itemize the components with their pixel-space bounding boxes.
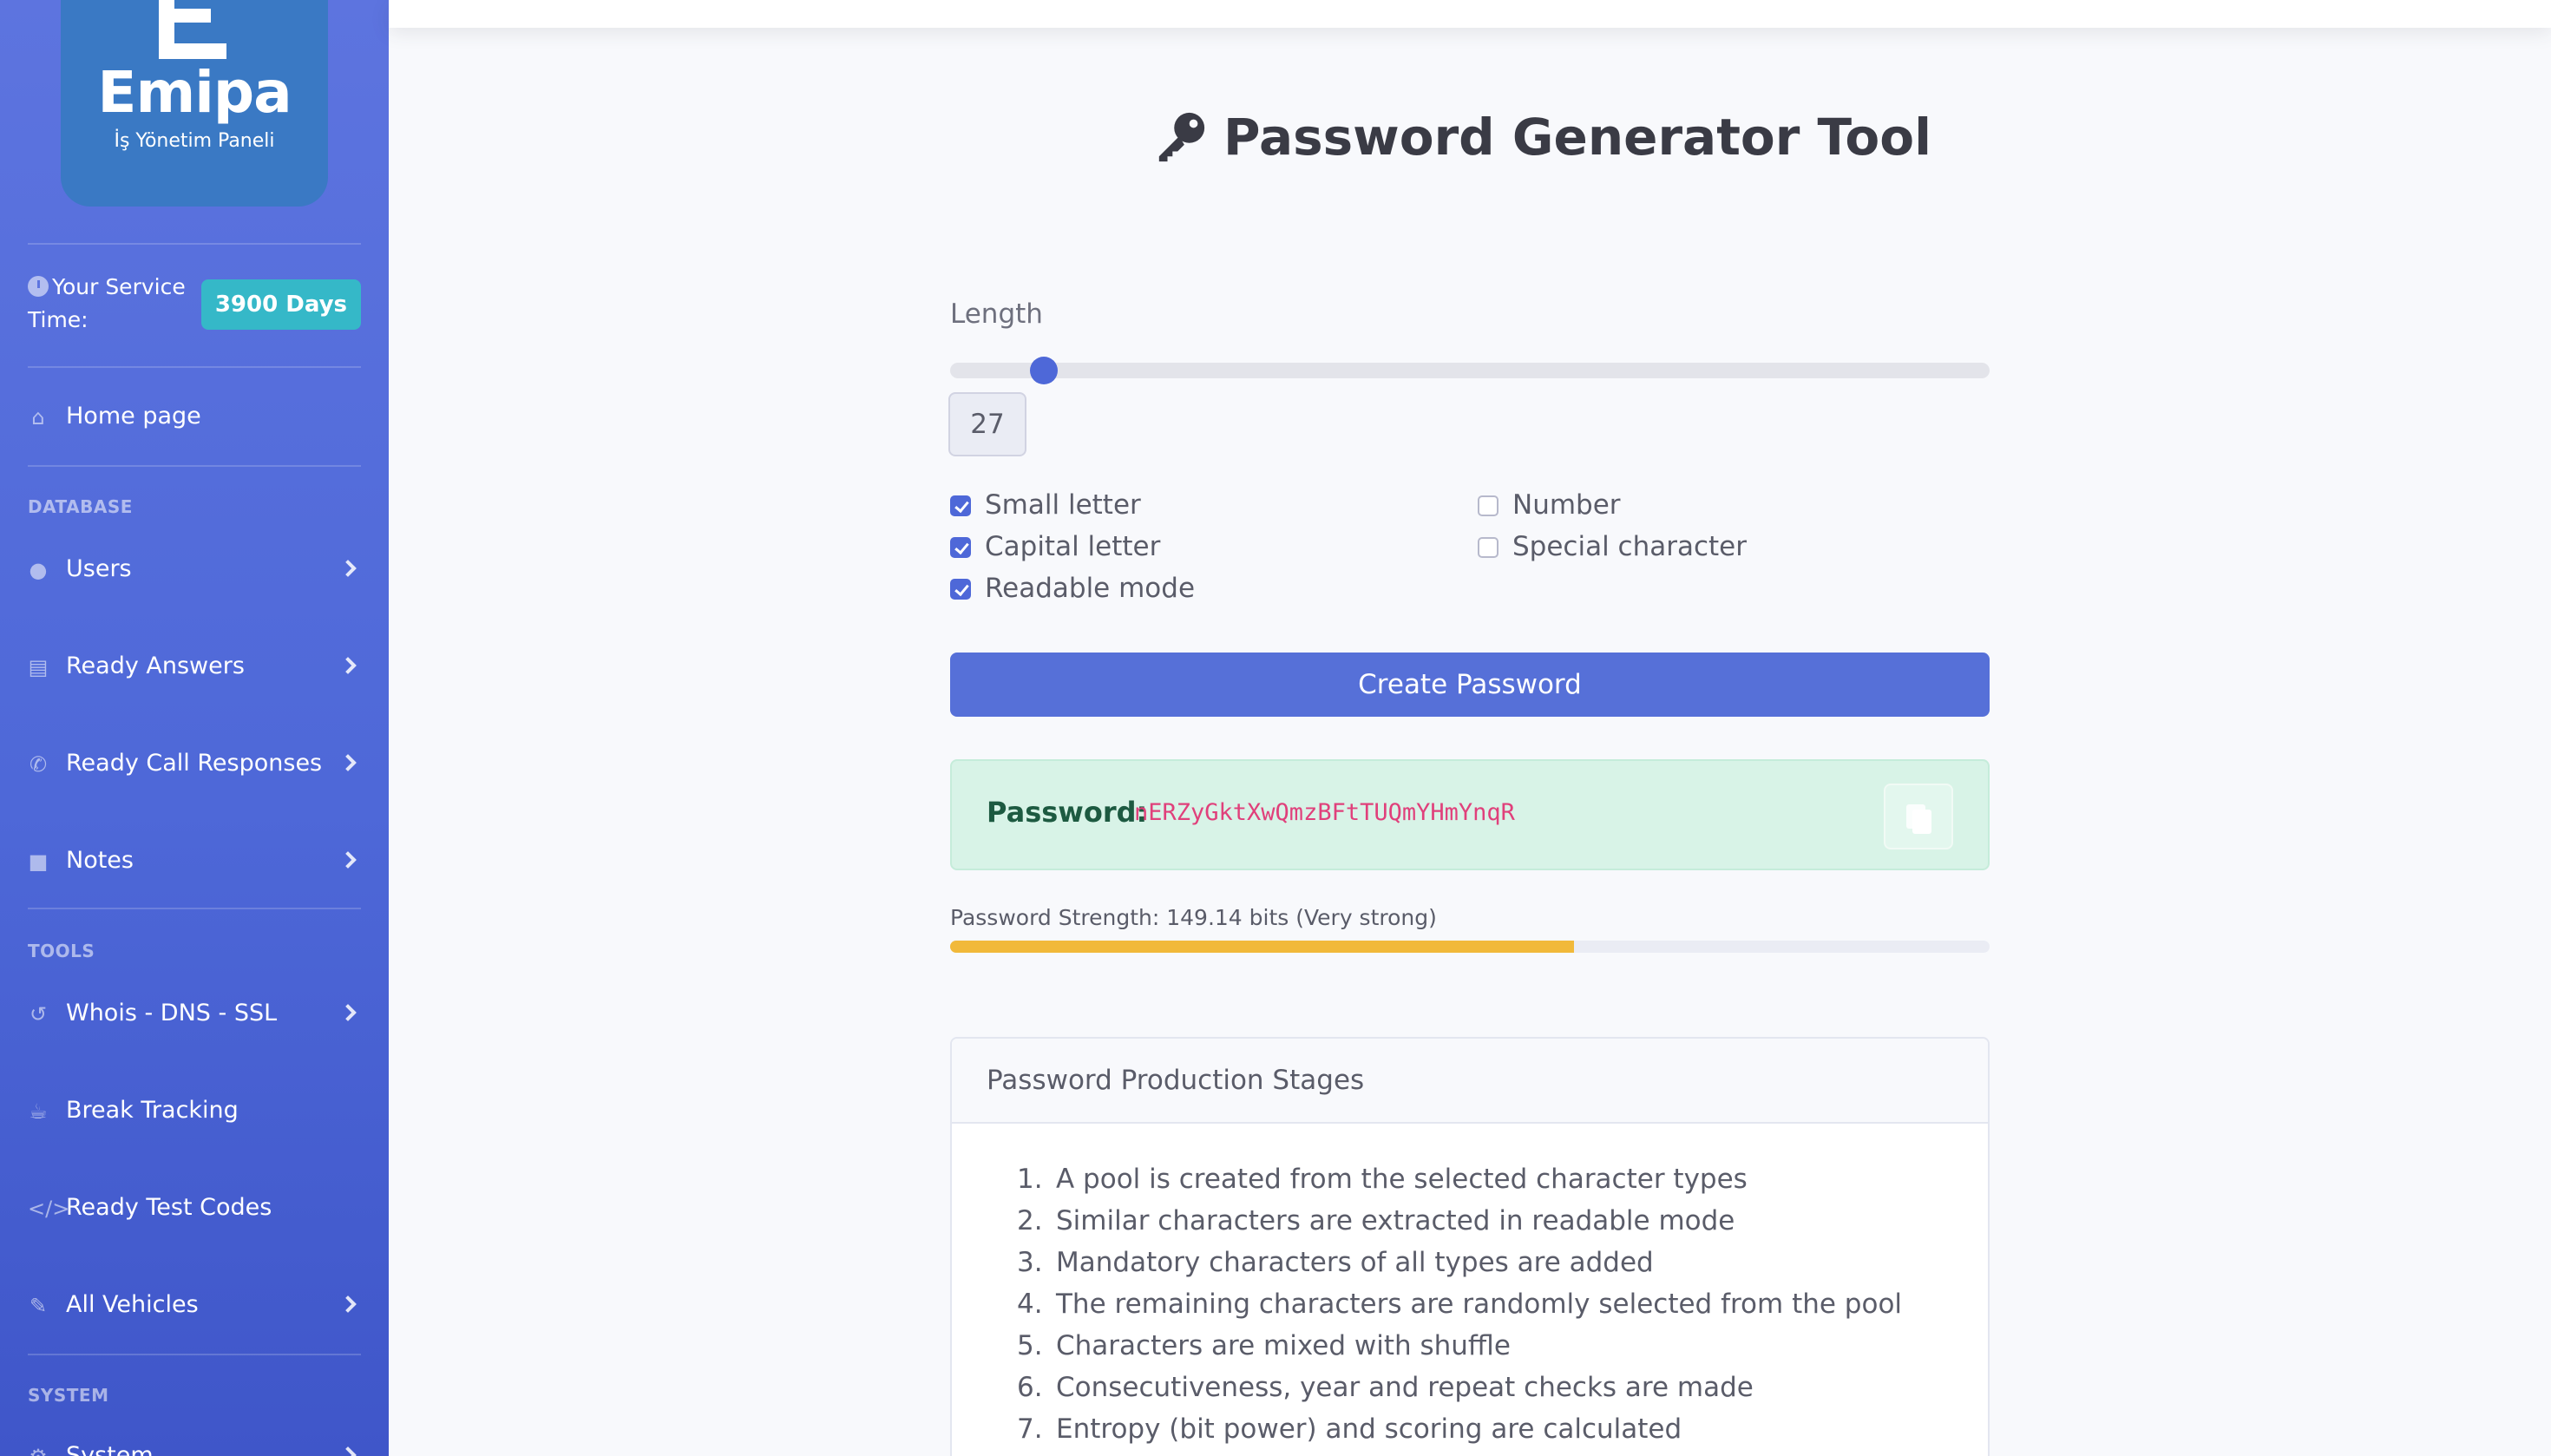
- brand-subtitle: İş Yönetim Paneli: [114, 130, 275, 152]
- sidebar-item-whois[interactable]: ↺ Whois - DNS - SSL: [28, 987, 361, 1040]
- user-icon: ●: [29, 558, 48, 582]
- sticky-note-icon: ■: [28, 849, 49, 874]
- history-icon: ↺: [29, 1002, 48, 1026]
- sidebar-item-users[interactable]: ● Users: [28, 543, 361, 595]
- sidebar-item-home[interactable]: ⌂ Home page: [28, 390, 361, 443]
- password-strength-fill: [950, 941, 1574, 953]
- key-icon: [1158, 112, 1205, 162]
- chevron-right-icon: [339, 1004, 357, 1021]
- cogs-icon: ⚙: [28, 1446, 49, 1456]
- production-stages-title: Password Production Stages: [952, 1039, 1988, 1124]
- small-letter-checkbox-box[interactable]: [950, 495, 971, 516]
- list-item: 2. Similar characters are extracted in re…: [1017, 1205, 1735, 1236]
- service-time: Your Service Time: 3900 Days: [28, 271, 361, 337]
- sidebar-item-ready-answers[interactable]: ▤ Ready Answers: [28, 640, 361, 692]
- length-label: Length: [950, 298, 1043, 330]
- page-title: Password Generator Tool: [1154, 102, 1931, 172]
- sidebar-divider: [28, 243, 361, 245]
- chevron-right-icon: [339, 1446, 357, 1456]
- topbar: [389, 0, 2551, 28]
- service-days-badge: 3900 Days: [200, 279, 361, 330]
- code-icon: </>: [28, 1197, 70, 1221]
- readable-mode-checkbox-box[interactable]: [950, 579, 971, 600]
- chevron-right-icon: [339, 754, 357, 771]
- sidebar-divider: [28, 1354, 361, 1355]
- home-icon: ⌂: [31, 405, 45, 430]
- chevron-right-icon: [339, 1295, 357, 1313]
- app: Emipa İş Yönetim Paneli Your Service Tim…: [0, 0, 2551, 1456]
- chevron-right-icon: [339, 657, 357, 674]
- list-item: 1. A pool is created from the selected ch…: [1017, 1164, 1748, 1195]
- sidebar-divider: [28, 908, 361, 909]
- section-database: DATABASE: [28, 496, 133, 517]
- clock-icon: [28, 276, 49, 297]
- phone-icon: ✆: [29, 752, 48, 777]
- sidebar-item-ready-test-codes[interactable]: </> Ready Test Codes: [28, 1182, 361, 1234]
- copy-button[interactable]: [1884, 784, 1953, 849]
- list-item: 6. Consecutiveness, year and repeat check…: [1017, 1372, 1754, 1403]
- sidebar-item-system[interactable]: ⚙ System: [28, 1430, 361, 1456]
- sidebar-item-notes[interactable]: ■ Notes: [28, 835, 361, 887]
- password-label: Password:: [987, 796, 1148, 829]
- chevron-right-icon: [339, 560, 357, 577]
- section-system: SYSTEM: [28, 1385, 109, 1406]
- list-item: 4. The remaining characters are randomly …: [1017, 1289, 1903, 1320]
- password-result-box: Password: nERZyGktXwQmzBFtTUQmYHmYnqR: [950, 759, 1990, 870]
- production-stages-list: 1. A pool is created from the selected ch…: [952, 1124, 1988, 1450]
- production-stages-card: Password Production Stages 1. A pool is c…: [950, 1037, 1990, 1456]
- length-slider[interactable]: [950, 357, 1990, 384]
- password-strength-label: Password Strength: 149.14 bits (Very str…: [950, 905, 1437, 930]
- logo-mark-icon: [155, 0, 233, 61]
- create-password-button[interactable]: Create Password: [950, 653, 1990, 717]
- special-character-checkbox-box[interactable]: [1478, 537, 1498, 558]
- capital-letter-checkbox-box[interactable]: [950, 537, 971, 558]
- sidebar-divider: [28, 366, 361, 368]
- sidebar: Emipa İş Yönetim Paneli Your Service Tim…: [0, 0, 389, 1456]
- sidebar-divider: [28, 465, 361, 467]
- length-value-input[interactable]: 27: [948, 392, 1026, 456]
- length-slider-thumb[interactable]: [1029, 357, 1058, 384]
- brand-logo[interactable]: Emipa İş Yönetim Paneli: [61, 0, 328, 207]
- sidebar-item-ready-call-responses[interactable]: ✆ Ready Call Responses: [28, 738, 361, 790]
- password-strength-bar: [950, 941, 1990, 953]
- section-tools: TOOLS: [28, 941, 95, 961]
- sidebar-item-break-tracking[interactable]: ☕ Break Tracking: [28, 1085, 361, 1137]
- coffee-icon: ☕: [29, 1099, 48, 1124]
- brand-name: Emipa: [97, 59, 292, 126]
- chevron-right-icon: [339, 851, 357, 869]
- list-item: 3. Mandatory characters of all types are …: [1017, 1247, 1654, 1278]
- wrench-icon: ✎: [29, 1294, 48, 1318]
- clipboard-icon: ▤: [28, 655, 49, 679]
- password-value[interactable]: nERZyGktXwQmzBFtTUQmYHmYnqR: [1134, 799, 1515, 826]
- sidebar-item-all-vehicles[interactable]: ✎ All Vehicles: [28, 1279, 361, 1331]
- list-item: 5. Characters are mixed with shuffle: [1017, 1330, 1511, 1361]
- number-checkbox-box[interactable]: [1478, 495, 1498, 516]
- service-time-label: Your Service Time:: [28, 274, 186, 332]
- list-item: 7. Entropy (bit power) and scoring are ca…: [1017, 1413, 1682, 1445]
